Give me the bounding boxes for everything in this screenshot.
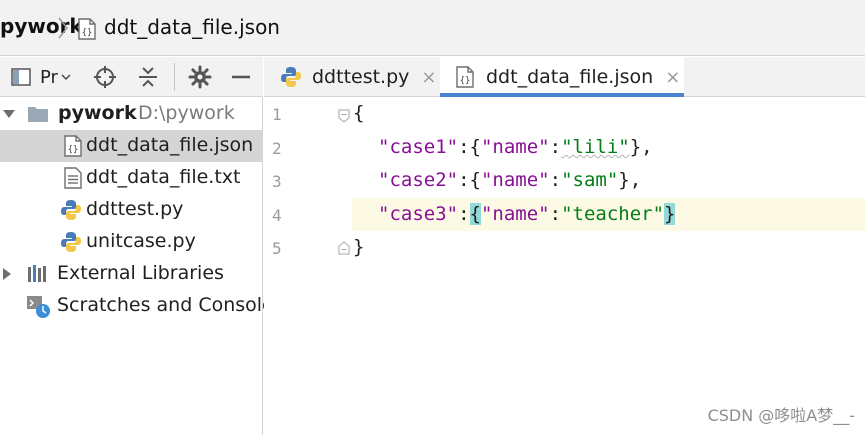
python-file-icon bbox=[281, 67, 301, 87]
tab-ddt-data-file-json[interactable]: {} ddt_data_file.json × bbox=[440, 57, 684, 97]
svg-text:{}: {} bbox=[82, 28, 93, 38]
line-number: 1 bbox=[272, 105, 282, 124]
tree-file-label: ddt_data_file.json bbox=[86, 134, 254, 156]
tree-external-label: External Libraries bbox=[57, 262, 224, 284]
tree-file-label: unitcase.py bbox=[86, 230, 196, 252]
left-brace: { bbox=[469, 169, 481, 191]
colon: : bbox=[549, 169, 562, 191]
minimize-icon bbox=[232, 75, 250, 79]
tab-ddttest-py[interactable]: ddttest.py × bbox=[280, 57, 442, 97]
code-line-1: { bbox=[353, 102, 364, 124]
line-number: 5 bbox=[272, 239, 282, 258]
tree-item-ddttest-py[interactable]: ddttest.py bbox=[0, 194, 263, 226]
matched-right-brace: } bbox=[664, 203, 676, 225]
json-file-icon: {} bbox=[456, 66, 474, 88]
json-file-icon: {} bbox=[64, 135, 82, 157]
colon: : bbox=[458, 203, 470, 225]
tree-root-path: D:\pywork bbox=[138, 102, 235, 124]
project-panel-icon bbox=[11, 68, 31, 86]
line-number: 4 bbox=[272, 206, 282, 225]
json-key: "name" bbox=[480, 169, 550, 191]
close-brace: } bbox=[353, 236, 365, 258]
close-icon[interactable]: × bbox=[665, 67, 680, 88]
tree-item-pywork[interactable]: pywork D:\pywork bbox=[0, 98, 263, 130]
tab-label: ddttest.py bbox=[312, 66, 410, 88]
tree-item-txt-file[interactable]: ddt_data_file.txt bbox=[0, 162, 263, 194]
open-brace: { bbox=[353, 102, 365, 124]
right-brace: } bbox=[629, 136, 642, 158]
watermark: CSDN @哆啦A梦__- bbox=[707, 406, 855, 425]
json-string-value: "lili" bbox=[561, 136, 630, 158]
colon: : bbox=[549, 203, 562, 225]
folder-icon bbox=[28, 107, 48, 122]
right-brace: } bbox=[618, 169, 630, 191]
json-key: "name" bbox=[480, 203, 550, 225]
colon: : bbox=[458, 169, 470, 191]
comma: , bbox=[629, 169, 642, 191]
editor-tabs: ddttest.py × {} ddt_data_file.json × bbox=[264, 57, 865, 97]
code-line-2: "case1":{"name":"lili"}, bbox=[378, 136, 653, 158]
text-file-icon bbox=[64, 167, 82, 189]
collapse-all-button[interactable] bbox=[133, 63, 163, 91]
hide-panel-button[interactable] bbox=[226, 63, 256, 91]
json-string-value: "teacher" bbox=[561, 203, 665, 225]
locate-file-button[interactable] bbox=[90, 63, 120, 91]
breadcrumb-project[interactable]: pywork bbox=[0, 14, 83, 38]
toolbar-divider bbox=[174, 63, 175, 91]
editor-gutter: 1 2 3 4 5 bbox=[264, 98, 352, 435]
python-file-icon bbox=[61, 200, 81, 220]
tree-item-scratches[interactable]: Scratches and Console bbox=[0, 290, 274, 322]
json-file-icon: {} bbox=[78, 18, 96, 40]
line-number: 3 bbox=[272, 172, 282, 191]
tab-label: ddt_data_file.json bbox=[486, 66, 654, 88]
gear-icon bbox=[188, 65, 212, 89]
crosshair-icon bbox=[94, 66, 116, 88]
project-toolbar: Pr bbox=[0, 57, 263, 97]
code-editor[interactable]: 1 2 3 4 5 { "case1":{"name":"lili"}, "ca… bbox=[264, 98, 865, 435]
settings-button[interactable] bbox=[185, 63, 215, 91]
fold-close-icon[interactable] bbox=[338, 241, 350, 255]
json-key: "case1" bbox=[378, 136, 459, 158]
expand-arrow-icon bbox=[3, 110, 15, 118]
project-view-title: Pr bbox=[40, 66, 58, 88]
json-key: "case2" bbox=[378, 169, 459, 191]
project-view-selector[interactable]: Pr bbox=[6, 63, 76, 91]
fold-open-icon[interactable] bbox=[338, 109, 350, 123]
scratches-icon bbox=[27, 296, 50, 318]
left-brace: { bbox=[469, 136, 481, 158]
breadcrumb-file[interactable]: ddt_data_file.json bbox=[104, 15, 280, 39]
colon: : bbox=[458, 136, 470, 158]
collapsed-arrow-icon bbox=[3, 268, 11, 280]
tree-scratches-label: Scratches and Console bbox=[57, 294, 274, 316]
tree-file-label: ddttest.py bbox=[86, 198, 184, 220]
tree-root-label: pywork bbox=[58, 102, 137, 124]
colon: : bbox=[549, 136, 562, 158]
collapse-all-icon bbox=[139, 67, 157, 87]
library-icon bbox=[28, 265, 46, 282]
tree-item-external-libraries[interactable]: External Libraries bbox=[0, 258, 263, 290]
matched-left-brace: { bbox=[469, 203, 481, 225]
tree-file-label: ddt_data_file.txt bbox=[86, 166, 241, 188]
chevron-right-icon bbox=[58, 17, 68, 39]
svg-text:{}: {} bbox=[460, 76, 471, 86]
json-key: "name" bbox=[480, 136, 550, 158]
code-line-3: "case2":{"name":"sam"}, bbox=[378, 169, 641, 191]
python-file-icon bbox=[61, 232, 81, 252]
comma: , bbox=[641, 136, 653, 158]
json-string-value: "sam" bbox=[561, 169, 619, 191]
code-line-5: } bbox=[353, 236, 364, 258]
json-key: "case3" bbox=[378, 203, 459, 225]
svg-text:{}: {} bbox=[68, 145, 79, 155]
breadcrumb: pywork {} ddt_data_file.json bbox=[0, 0, 865, 56]
tree-item-unitcase-py[interactable]: unitcase.py bbox=[0, 226, 263, 258]
tree-item-json-file[interactable]: {} ddt_data_file.json bbox=[0, 130, 263, 162]
close-icon[interactable]: × bbox=[421, 67, 436, 88]
chevron-down-icon bbox=[61, 74, 71, 80]
project-panel: Pr pywork D:\pywork {} ddt_data_file.jso… bbox=[0, 57, 274, 435]
active-tab-indicator bbox=[440, 93, 684, 97]
code-line-4: "case3":{"name":"teacher"} bbox=[378, 203, 676, 225]
line-number: 2 bbox=[272, 139, 282, 158]
